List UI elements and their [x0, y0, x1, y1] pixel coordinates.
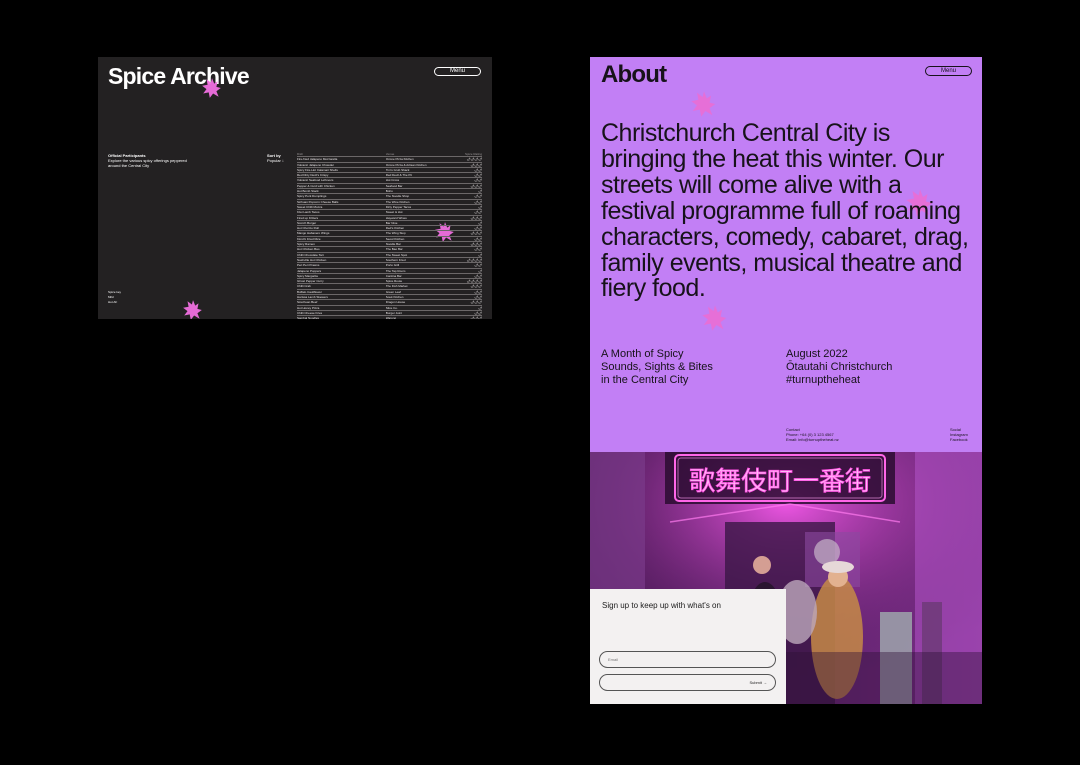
- archive-title: Spice Archive: [108, 63, 250, 89]
- about-menu-button[interactable]: Menu: [925, 66, 972, 76]
- spice-key-mild: Mild: [108, 295, 114, 299]
- about-lead-text: Christchurch Central City is bringing th…: [601, 119, 969, 303]
- about-title: About: [601, 61, 667, 88]
- festival-hashtag: #turnuptheheat: [786, 374, 861, 386]
- about-page: About Menu Christchurch Central City is …: [590, 57, 982, 704]
- newsletter-signup: Sign up to keep up with what's on Submit…: [590, 589, 786, 704]
- email-field[interactable]: [599, 651, 776, 668]
- spice-rating-cell: 🌶🌶🌶: [452, 315, 482, 319]
- contact-block: Contact Phone: +64 (0) 3 123 4567 Email:…: [786, 427, 839, 442]
- festival-date: August 2022: [786, 348, 848, 360]
- sort-control[interactable]: Sort by Popular ↓: [267, 153, 284, 163]
- signup-heading: Sign up to keep up with what's on: [602, 601, 721, 610]
- tagline-line: in the Central City: [601, 374, 689, 386]
- flame-icon: [702, 305, 727, 331]
- tagline-line: Sounds, Sights & Bites: [601, 361, 713, 373]
- participants-intro: Official Participants Explore the variou…: [108, 153, 188, 168]
- table-row[interactable]: Sambal Noodles Warung 🌶🌶🌶: [297, 315, 482, 319]
- spice-archive-page: Spice Archive Menu Official Participants…: [98, 57, 492, 319]
- participants-text: Explore the various spicy offerings pepp…: [108, 158, 187, 168]
- tagline-line: A Month of Spicy: [601, 348, 684, 360]
- festival-location: Ōtautahi Christchurch: [786, 361, 893, 373]
- dish-cell: Sambal Noodles: [297, 315, 386, 319]
- facebook-link[interactable]: Facebook: [950, 437, 968, 442]
- sort-value[interactable]: Popular ↓: [267, 158, 284, 163]
- spice-key-hot: Hot AF: [108, 300, 118, 304]
- festival-details: August 2022 Ōtautahi Christchurch #turnu…: [786, 348, 966, 387]
- neon-sign-text: 歌舞伎町一番街: [689, 467, 871, 497]
- social-links: Social Instagram Facebook: [950, 427, 968, 442]
- submit-button[interactable]: Submit →: [599, 674, 776, 691]
- spice-key: Spice key Mild Hot AF: [108, 290, 121, 305]
- venue-cell: Warung: [385, 315, 453, 319]
- participants-table: Dish Venue Spice Rating Fire-fried Jalap…: [297, 152, 482, 319]
- flame-icon: [691, 91, 716, 117]
- flame-icon: [183, 300, 202, 319]
- festival-tagline: A Month of Spicy Sounds, Sights & Bites …: [601, 348, 781, 387]
- flame-icon: [202, 78, 221, 98]
- archive-menu-button[interactable]: Menu: [434, 67, 481, 76]
- contact-email[interactable]: Email: info@turnuptheheat.nz: [786, 437, 839, 442]
